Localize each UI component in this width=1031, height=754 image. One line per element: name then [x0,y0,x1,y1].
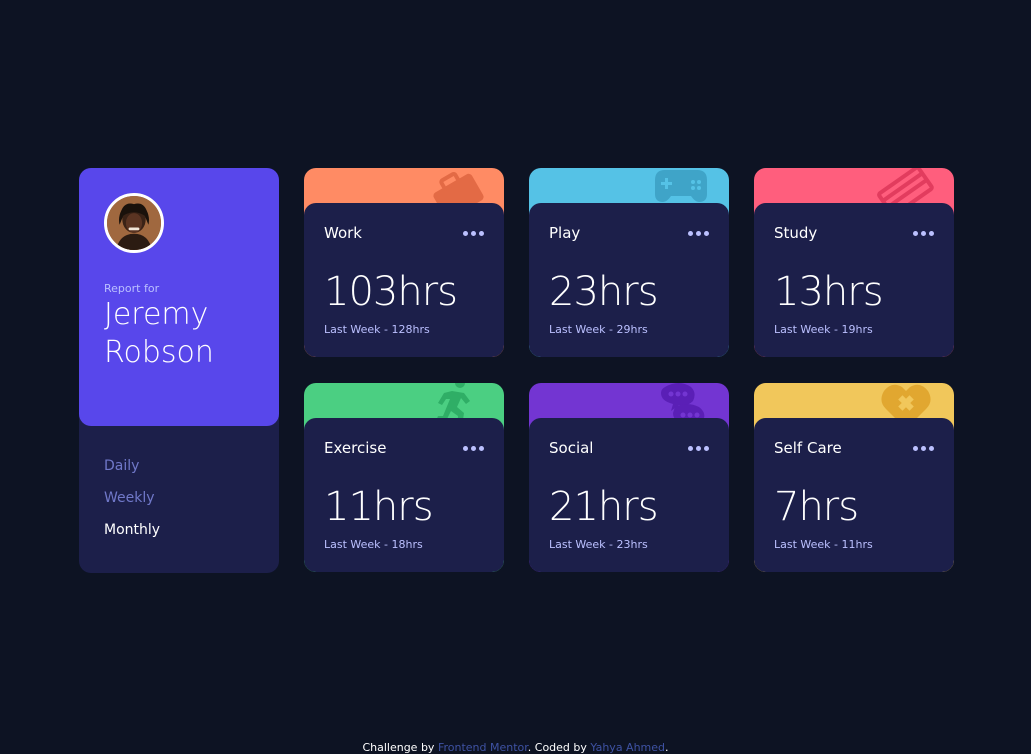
card-body: Play 23hrs Last Week - 29hrs [529,203,729,357]
time-tracking-dashboard: Report for Jeremy Robson Daily Weekly Mo… [79,168,954,573]
attribution-suffix: . [665,741,669,754]
author-link[interactable]: Yahya Ahmed [590,741,665,754]
card-title: Study [774,224,818,242]
card-title: Exercise [324,439,387,457]
more-options-icon[interactable] [913,446,934,452]
previous-hours: Last Week - 29hrs [549,323,648,336]
attribution-footer: Challenge by Frontend Mentor. Coded by Y… [0,741,1031,754]
card-body: Work 103hrs Last Week - 128hrs [304,203,504,357]
report-for-label: Report for [104,282,160,295]
previous-hours: Last Week - 18hrs [324,538,423,551]
timeframe-selector: Daily Weekly Monthly [104,450,160,546]
card-exercise: Exercise 11hrs Last Week - 18hrs [304,383,504,572]
current-hours: 23hrs [549,269,659,315]
more-options-icon[interactable] [688,231,709,237]
profile-header: Report for Jeremy Robson [79,168,279,426]
current-hours: 13hrs [774,269,884,315]
card-title: Play [549,224,581,242]
more-options-icon[interactable] [463,231,484,237]
attribution-middle: . Coded by [527,741,591,754]
card-self-care: Self Care 7hrs Last Week - 11hrs [754,383,954,572]
profile-card: Report for Jeremy Robson Daily Weekly Mo… [79,168,279,573]
more-options-icon[interactable] [688,446,709,452]
card-body: Self Care 7hrs Last Week - 11hrs [754,418,954,572]
card-play: Play 23hrs Last Week - 29hrs [529,168,729,357]
card-work: Work 103hrs Last Week - 128hrs [304,168,504,357]
card-body: Exercise 11hrs Last Week - 18hrs [304,418,504,572]
previous-hours: Last Week - 128hrs [324,323,430,336]
current-hours: 21hrs [549,484,659,530]
card-social: Social 21hrs Last Week - 23hrs [529,383,729,572]
card-title: Social [549,439,594,457]
card-body: Study 13hrs Last Week - 19hrs [754,203,954,357]
card-study: Study 13hrs Last Week - 19hrs [754,168,954,357]
previous-hours: Last Week - 11hrs [774,538,873,551]
timeframe-monthly[interactable]: Monthly [104,514,160,546]
current-hours: 11hrs [324,484,434,530]
more-options-icon[interactable] [463,446,484,452]
current-hours: 103hrs [324,269,458,315]
card-body: Social 21hrs Last Week - 23hrs [529,418,729,572]
more-options-icon[interactable] [913,231,934,237]
user-name: Jeremy Robson [104,297,214,370]
frontend-mentor-link[interactable]: Frontend Mentor [438,741,528,754]
timeframe-weekly[interactable]: Weekly [104,482,160,514]
previous-hours: Last Week - 19hrs [774,323,873,336]
avatar [104,193,164,253]
previous-hours: Last Week - 23hrs [549,538,648,551]
current-hours: 7hrs [774,484,859,530]
card-title: Work [324,224,362,242]
card-title: Self Care [774,439,842,457]
avatar-image [107,196,161,250]
attribution-prefix: Challenge by [362,741,438,754]
timeframe-daily[interactable]: Daily [104,450,160,482]
